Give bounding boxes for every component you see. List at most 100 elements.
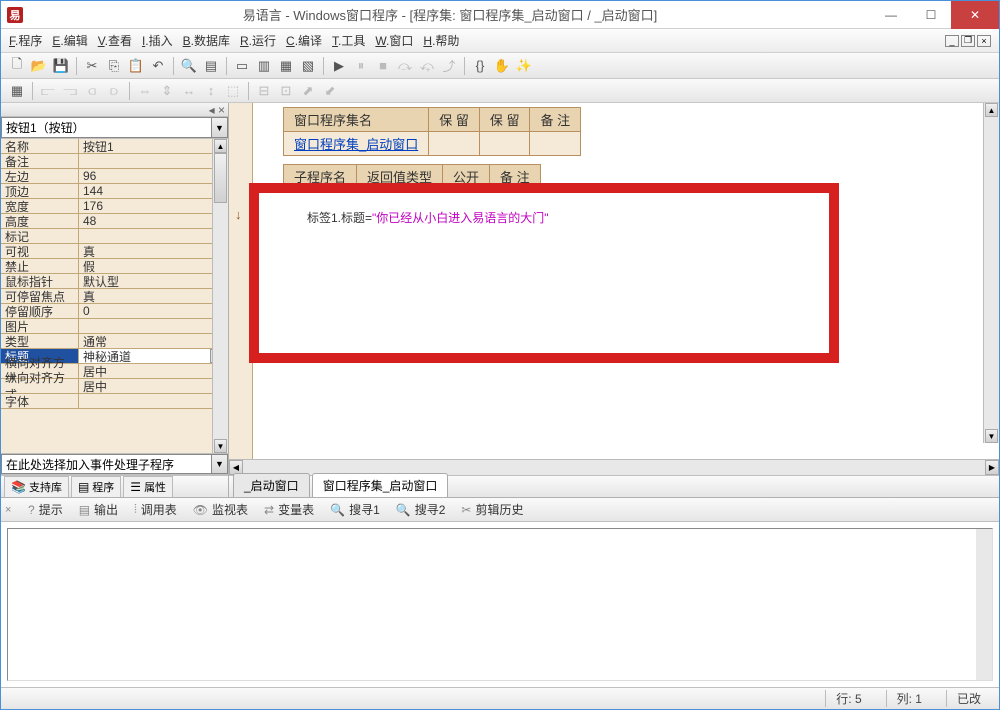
layout1-icon[interactable]: ▥: [254, 56, 274, 76]
property-row[interactable]: 图片: [1, 319, 228, 334]
bottom-tab[interactable]: ?提示: [21, 498, 70, 521]
editor-vscroll[interactable]: ▲▼: [983, 103, 999, 443]
gutter: ↓: [229, 103, 253, 459]
grid-icon[interactable]: ▦: [7, 81, 27, 101]
output-body[interactable]: [7, 528, 993, 681]
bottom-tab[interactable]: ⦙调用表: [127, 498, 184, 521]
bottom-tab[interactable]: 👁监视表: [186, 498, 255, 521]
object-selector[interactable]: [1, 117, 212, 138]
wand-icon[interactable]: ✨: [514, 56, 534, 76]
alignc-icon[interactable]: ⫎: [60, 81, 80, 101]
book-icon[interactable]: ▤: [201, 56, 221, 76]
pause-icon[interactable]: ⏸: [351, 56, 371, 76]
property-row[interactable]: 名称按钮1: [1, 139, 228, 154]
run-icon[interactable]: ▶: [329, 56, 349, 76]
property-row[interactable]: 备注: [1, 154, 228, 169]
scrollbar-vertical[interactable]: [976, 529, 992, 680]
code-line[interactable]: 标签1.标题="你已经从小白进入易语言的大门": [307, 209, 549, 226]
menu-item[interactable]: R.运行: [240, 32, 276, 49]
property-row[interactable]: 宽度176: [1, 199, 228, 214]
panel-close-icon[interactable]: ×: [5, 504, 19, 516]
scroll-down-icon[interactable]: ▼: [214, 439, 227, 453]
property-row[interactable]: 停留顺序0: [1, 304, 228, 319]
menu-item[interactable]: T.工具: [332, 32, 365, 49]
status-modified: 已改: [946, 690, 991, 707]
window-icon[interactable]: ▭: [232, 56, 252, 76]
undo-icon[interactable]: ↶: [148, 56, 168, 76]
stepin-icon[interactable]: ⤽: [417, 56, 437, 76]
save-icon[interactable]: 💾: [51, 56, 71, 76]
front-icon[interactable]: ⬈: [298, 81, 318, 101]
close-button[interactable]: ✕: [951, 1, 999, 29]
property-row[interactable]: 顶边144: [1, 184, 228, 199]
editor-tab[interactable]: _启动窗口: [233, 473, 310, 497]
open-icon[interactable]: 📂: [29, 56, 49, 76]
property-row[interactable]: 高度48: [1, 214, 228, 229]
stop-icon[interactable]: ■: [373, 56, 393, 76]
scrollbar-vertical[interactable]: ▲ ▼: [212, 139, 228, 453]
distribv-icon[interactable]: ⇕: [157, 81, 177, 101]
alignt-icon[interactable]: ⫐: [104, 81, 124, 101]
toolbar-layout: ▦ ⫍ ⫎ ⫏ ⫐ ⇔ ⇕ ↔ ↕ ⬚ ⊟ ⊡ ⬈ ⬋: [1, 79, 999, 103]
menu-item[interactable]: W.窗口: [375, 32, 413, 49]
paste-icon[interactable]: 📋: [126, 56, 146, 76]
menu-item[interactable]: I.插入: [142, 32, 173, 49]
sub-table: 子程序名返回值类型公开备 注: [283, 164, 541, 189]
new-icon[interactable]: 🗋: [7, 56, 27, 76]
menu-item[interactable]: E.编辑: [52, 32, 87, 49]
centerv-icon[interactable]: ⊡: [276, 81, 296, 101]
dropdown-icon[interactable]: ▼: [212, 454, 228, 474]
alignl-icon[interactable]: ⫍: [38, 81, 58, 101]
panel-tab[interactable]: ☰属性: [123, 476, 173, 498]
app-logo-icon: 易: [7, 7, 23, 23]
code-editor[interactable]: ↓ 窗口程序集名保 留保 留备 注 窗口程序集_启动窗口 子程序名返回值类型公开…: [229, 103, 999, 459]
find-icon[interactable]: 🔍: [179, 56, 199, 76]
minimize-button[interactable]: —: [871, 1, 911, 29]
property-row[interactable]: 纵向对齐方式居中: [1, 379, 228, 394]
menu-item[interactable]: F.程序: [9, 32, 42, 49]
samew-icon[interactable]: ↔: [179, 81, 199, 101]
menu-item[interactable]: C.编译: [286, 32, 322, 49]
layout3-icon[interactable]: ▧: [298, 56, 318, 76]
property-row[interactable]: 可视真: [1, 244, 228, 259]
stepover-icon[interactable]: ⤼: [395, 56, 415, 76]
mdi-minimize-icon[interactable]: _: [945, 35, 959, 47]
bottom-tab[interactable]: ✂剪辑历史: [454, 498, 530, 521]
centerh-icon[interactable]: ⊟: [254, 81, 274, 101]
status-bar: 行: 5 列: 1 已改: [1, 687, 999, 709]
copy-icon[interactable]: ⎘: [104, 56, 124, 76]
samesize-icon[interactable]: ⬚: [223, 81, 243, 101]
bottom-tab[interactable]: ▤输出: [72, 498, 125, 521]
mdi-close-icon[interactable]: ×: [977, 35, 991, 47]
bottom-tab[interactable]: 🔍搜寻1: [323, 498, 387, 521]
mdi-restore-icon[interactable]: ❐: [961, 35, 975, 47]
bottom-tab[interactable]: ⇄变量表: [257, 498, 321, 521]
distribh-icon[interactable]: ⇔: [135, 81, 155, 101]
panel-pin-icon[interactable]: ◂ ×: [209, 103, 225, 117]
menu-item[interactable]: B.数据库: [183, 32, 230, 49]
bottom-tab[interactable]: 🔍搜寻2: [389, 498, 453, 521]
scroll-up-icon[interactable]: ▲: [214, 139, 227, 153]
cut-icon[interactable]: ✂: [82, 56, 102, 76]
property-row[interactable]: 标记: [1, 229, 228, 244]
panel-tab[interactable]: 📚支持库: [4, 476, 69, 498]
property-row[interactable]: 左边96: [1, 169, 228, 184]
menu-item[interactable]: V.查看: [98, 32, 132, 49]
layout2-icon[interactable]: ▦: [276, 56, 296, 76]
property-grid[interactable]: 名称按钮1备注左边96顶边144宽度176高度48标记可视真禁止假鼠标指针默认型…: [1, 139, 228, 453]
event-selector[interactable]: [1, 454, 212, 474]
alignr-icon[interactable]: ⫏: [82, 81, 102, 101]
output-panel: × ?提示▤输出⦙调用表👁监视表⇄变量表🔍搜寻1🔍搜寻2✂剪辑历史: [1, 497, 999, 687]
menu-item[interactable]: H.帮助: [423, 32, 459, 49]
property-row[interactable]: 字体: [1, 394, 228, 409]
hand-icon[interactable]: ✋: [492, 56, 512, 76]
back-icon[interactable]: ⬋: [320, 81, 340, 101]
property-panel: ◂ × ▼ 名称按钮1备注左边96顶边144宽度176高度48标记可视真禁止假鼠…: [1, 103, 229, 497]
maximize-button[interactable]: ☐: [911, 1, 951, 29]
panel-tab[interactable]: ▤程序: [71, 476, 121, 498]
dropdown-icon[interactable]: ▼: [212, 117, 228, 138]
braces-icon[interactable]: {}: [470, 56, 490, 76]
sameh-icon[interactable]: ↕: [201, 81, 221, 101]
stepout-icon[interactable]: ⤴: [439, 56, 459, 76]
editor-tab[interactable]: 窗口程序集_启动窗口: [312, 473, 449, 497]
